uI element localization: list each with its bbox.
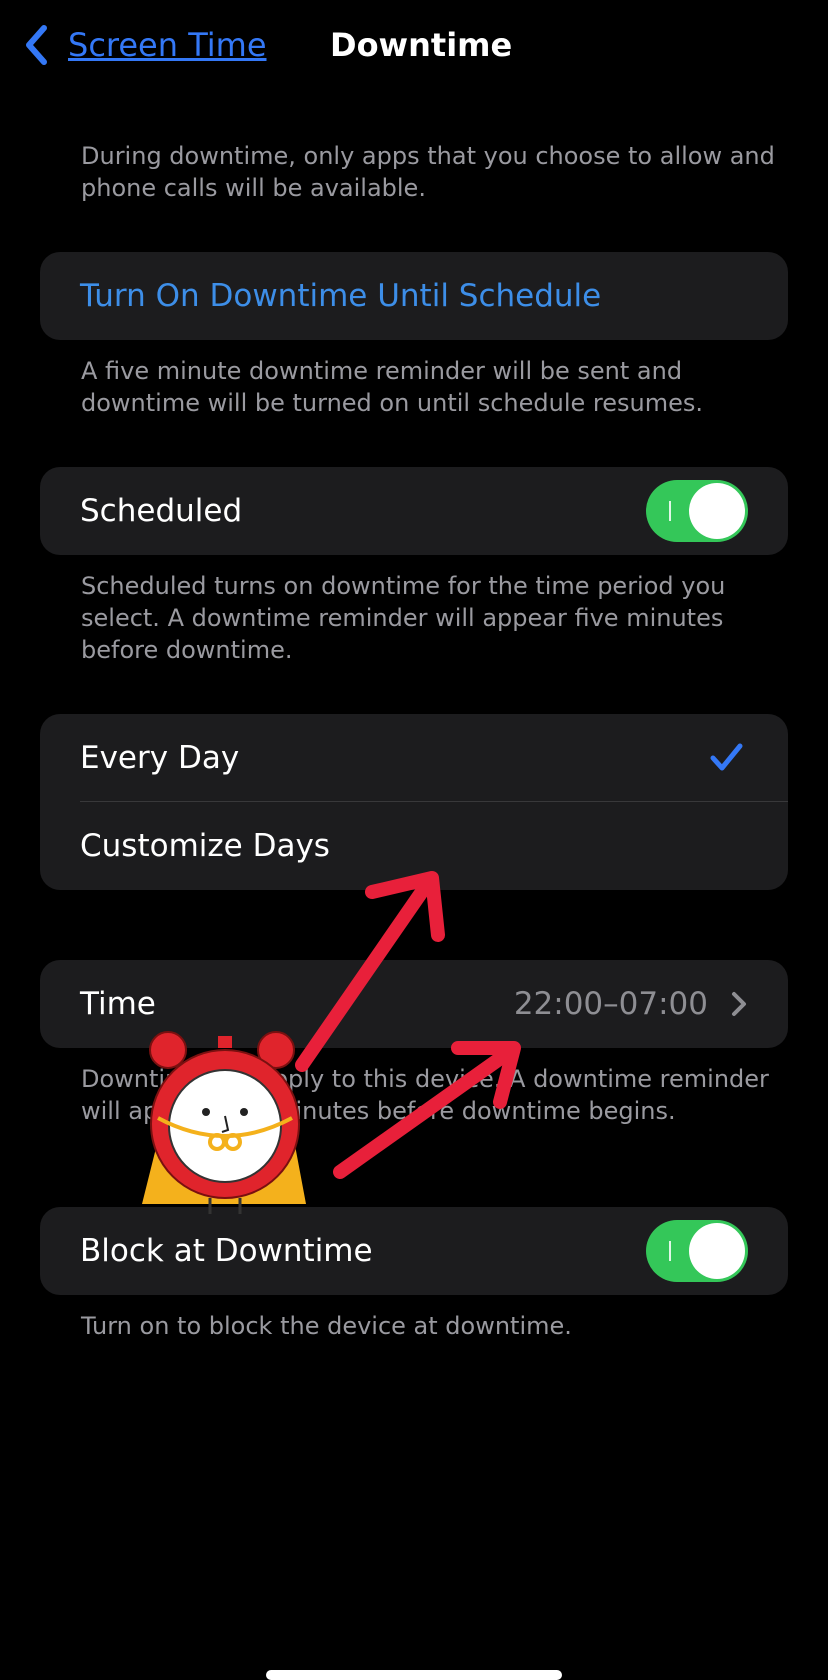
days-option-every-day[interactable]: Every Day	[40, 714, 788, 802]
chevron-left-icon	[26, 25, 47, 65]
home-indicator[interactable]	[266, 1670, 562, 1680]
days-option-label: Every Day	[80, 740, 240, 776]
days-option-label: Customize Days	[80, 828, 330, 864]
scheduled-label: Scheduled	[80, 493, 243, 529]
toggle-on-indicator	[669, 1241, 671, 1261]
scheduled-footer: Scheduled turns on downtime for the time…	[81, 572, 726, 664]
toggle-on-indicator	[669, 501, 671, 521]
toggle-knob	[689, 483, 745, 539]
block-group: Block at Downtime	[40, 1207, 788, 1295]
page-title: Downtime	[330, 26, 513, 64]
block-row: Block at Downtime	[40, 1207, 788, 1295]
turn-on-footer: A five minute downtime reminder will be …	[81, 357, 704, 417]
toggle-knob	[689, 1223, 745, 1279]
back-button[interactable]: Screen Time	[20, 22, 267, 68]
block-footer: Turn on to block the device at downtime.	[81, 1312, 572, 1340]
block-toggle[interactable]	[646, 1220, 748, 1282]
time-group: Time 22:00–07:00	[40, 960, 788, 1048]
time-footer: Downtime will apply to this device. A do…	[81, 1065, 769, 1125]
scheduled-toggle[interactable]	[646, 480, 748, 542]
scheduled-row: Scheduled	[40, 467, 788, 555]
turn-on-downtime-label: Turn On Downtime Until Schedule	[80, 278, 602, 314]
time-value: 22:00–07:00	[513, 986, 708, 1022]
back-button-label: Screen Time	[68, 26, 267, 64]
time-label: Time	[80, 986, 156, 1022]
chevron-right-icon	[732, 992, 746, 1016]
days-option-customize[interactable]: Customize Days	[40, 802, 788, 890]
turn-on-group: Turn On Downtime Until Schedule	[40, 252, 788, 340]
time-row[interactable]: Time 22:00–07:00	[40, 960, 788, 1048]
checkmark-icon	[710, 743, 743, 771]
turn-on-downtime-button[interactable]: Turn On Downtime Until Schedule	[40, 252, 788, 340]
scheduled-group: Scheduled	[40, 467, 788, 555]
intro-description: During downtime, only apps that you choo…	[81, 142, 775, 202]
block-label: Block at Downtime	[80, 1233, 373, 1269]
days-group: Every Day Customize Days	[40, 714, 788, 890]
